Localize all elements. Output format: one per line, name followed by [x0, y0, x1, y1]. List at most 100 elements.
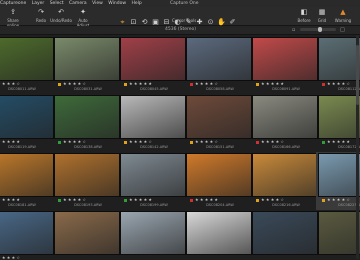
- rating-row[interactable]: ★ ★ ★ ★ ★: [124, 197, 184, 202]
- thumbnail-cell[interactable]: ★ ★ ★ ★ ★ DSC08045.ARW: [118, 36, 186, 94]
- color-tag-icon[interactable]: [124, 140, 127, 144]
- star-rating[interactable]: ★ ★ ★ ★ ☆: [63, 197, 86, 202]
- rating-row[interactable]: ★ ★ ★ ★ ☆: [58, 81, 118, 86]
- menu-item-help[interactable]: Help: [131, 1, 141, 6]
- thumbnail-cell[interactable]: ★ ★ ★ ★ ★DSC08181.ARW: [0, 152, 54, 210]
- zoom-out-icon[interactable]: ▫: [292, 27, 295, 33]
- thumbnail-image[interactable]: [54, 95, 120, 139]
- star-rating[interactable]: ★ ★ ★ ★ ☆: [195, 139, 218, 144]
- thumbnail-image[interactable]: [0, 37, 54, 81]
- thumbnail-image[interactable]: [318, 95, 360, 139]
- slider-handle[interactable]: [318, 27, 322, 32]
- thumbnail-cell[interactable]: ★ ★ ★ ★ ☆DSC08230.ARW: [0, 210, 54, 260]
- thumbnail-cell[interactable]: [184, 210, 252, 260]
- rating-row[interactable]: [58, 255, 118, 260]
- star-rating[interactable]: ★ ★ ★ ★ ★: [195, 197, 218, 202]
- scrollbar[interactable]: [356, 35, 359, 259]
- rating-row[interactable]: [124, 255, 184, 260]
- thumbnail-cell[interactable]: ★ ★ ★ ★ ☆DSC08112.ARW: [316, 36, 360, 94]
- thumbnail-cell[interactable]: ★ ★ ★ ★ ☆DSC08011.ARW: [0, 36, 54, 94]
- thumbnail-image[interactable]: [120, 211, 186, 255]
- star-rating[interactable]: ★ ★ ★ ★ ★: [0, 197, 20, 202]
- menu-item-window[interactable]: Window: [108, 1, 126, 6]
- grid-button[interactable]: ▦ Grid: [316, 8, 328, 23]
- color-tag-icon[interactable]: [256, 82, 259, 86]
- menu-item-captureone[interactable]: Captureone: [0, 1, 26, 6]
- rating-row[interactable]: ★ ★ ★ ★ ★: [256, 81, 316, 86]
- thumbnail-image[interactable]: [0, 95, 54, 139]
- color-tag-icon[interactable]: [322, 140, 325, 144]
- rating-row[interactable]: ★ ★ ★ ★ ☆: [190, 81, 250, 86]
- thumbnail-cell[interactable]: [52, 210, 120, 260]
- color-tag-icon[interactable]: [124, 82, 127, 86]
- thumbnail-image[interactable]: [318, 37, 360, 81]
- thumbnail-cell[interactable]: ★ ★ ★ ★ ★DSC08119.ARW: [0, 94, 54, 152]
- thumbnail-cell[interactable]: ★ ★ ★ ★ ★DSC08172.ARW: [316, 94, 360, 152]
- star-rating[interactable]: ★ ★ ★ ★ ☆: [327, 81, 350, 86]
- color-tag-icon[interactable]: [256, 198, 259, 202]
- thumbnail-cell[interactable]: [316, 210, 360, 260]
- star-rating[interactable]: ★ ★ ★ ★ ★: [327, 139, 350, 144]
- rating-row[interactable]: ★ ★ ★ ★ ☆: [58, 197, 118, 202]
- rating-row[interactable]: ★ ★ ★ ★ ☆: [58, 139, 118, 144]
- star-rating[interactable]: ★ ★ ★ ★ ☆: [0, 255, 20, 260]
- thumbnail-cell[interactable]: ★ ★ ★ ★ ☆ DSC08138.ARW: [52, 94, 120, 152]
- star-rating[interactable]: ★ ★ ★ ★ ☆: [129, 139, 152, 144]
- rating-row[interactable]: ★ ★ ★ ★ ★: [124, 81, 184, 86]
- thumbnail-image[interactable]: [252, 153, 318, 197]
- menu-item-select[interactable]: Select: [50, 1, 64, 6]
- rating-row[interactable]: ★ ★ ★ ★ ☆: [190, 139, 250, 144]
- star-rating[interactable]: ★ ★ ★ ★ ★: [261, 81, 284, 86]
- thumbnail-image[interactable]: [186, 153, 252, 197]
- thumbnail-cell[interactable]: ★ ★ ★ ★ ☆DSC08223.ARW: [316, 152, 360, 210]
- thumbnail-image[interactable]: [186, 211, 252, 255]
- undo-redo-button[interactable]: ↶ Undo/Redo: [50, 8, 72, 23]
- thumbnail-image[interactable]: [318, 153, 360, 197]
- thumbnail-cell[interactable]: ★ ★ ★ ★ ★ DSC08091.ARW: [250, 36, 318, 94]
- color-tag-icon[interactable]: [58, 140, 61, 144]
- color-tag-icon[interactable]: [124, 198, 127, 202]
- color-tag-icon[interactable]: [190, 82, 193, 86]
- thumbnail-image[interactable]: [120, 153, 186, 197]
- thumbnail-cell[interactable]: ★ ★ ★ ★ ☆ DSC08193.ARW: [52, 152, 120, 210]
- rating-row[interactable]: [190, 255, 250, 260]
- thumbnail-image[interactable]: [0, 211, 54, 255]
- share-online-button[interactable]: ⇪ Share online: [2, 8, 24, 28]
- rating-row[interactable]: ★ ★ ★ ★ ☆: [256, 139, 316, 144]
- rating-row[interactable]: ★ ★ ★ ★ ☆: [0, 81, 52, 86]
- menu-item-view[interactable]: View: [92, 1, 103, 6]
- color-tag-icon[interactable]: [256, 140, 259, 144]
- thumbnail-image[interactable]: [54, 211, 120, 255]
- thumbnail-cell[interactable]: ★ ★ ★ ★ ★ DSC08204.ARW: [184, 152, 252, 210]
- rating-row[interactable]: ★ ★ ★ ★ ☆: [256, 197, 316, 202]
- rating-row[interactable]: ★ ★ ★ ★ ★: [0, 197, 52, 202]
- thumbnail-image[interactable]: [318, 211, 360, 255]
- thumbnail-cell[interactable]: ★ ★ ★ ★ ☆ DSC08216.ARW: [250, 152, 318, 210]
- thumbnail-cell[interactable]: ★ ★ ★ ★ ★ DSC08199.ARW: [118, 152, 186, 210]
- thumbnail-image[interactable]: [54, 37, 120, 81]
- rating-row[interactable]: ★ ★ ★ ★ ★: [0, 139, 52, 144]
- color-tag-icon[interactable]: [322, 198, 325, 202]
- zoom-in-icon[interactable]: □: [340, 27, 345, 33]
- color-tag-icon[interactable]: [58, 198, 61, 202]
- thumbnail-cell[interactable]: ★ ★ ★ ★ ☆ DSC08142.ARW: [118, 94, 186, 152]
- rating-row[interactable]: [256, 255, 316, 260]
- rating-row[interactable]: ★ ★ ★ ★ ☆: [322, 197, 360, 202]
- menu-item-camera[interactable]: Camera: [69, 1, 87, 6]
- rating-row[interactable]: [322, 255, 360, 260]
- rating-row[interactable]: ★ ★ ★ ★ ☆: [322, 81, 360, 86]
- thumbnail-cell[interactable]: ★ ★ ★ ★ ☆ DSC08058.ARW: [184, 36, 252, 94]
- star-rating[interactable]: ★ ★ ★ ★ ☆: [327, 197, 350, 202]
- star-rating[interactable]: ★ ★ ★ ★ ☆: [195, 81, 218, 86]
- auto-adjust-button[interactable]: ✦ Auto Adjust: [72, 8, 94, 28]
- star-rating[interactable]: ★ ★ ★ ★ ★: [0, 139, 20, 144]
- thumbnail-cell[interactable]: [250, 210, 318, 260]
- thumbnail-image[interactable]: [252, 95, 318, 139]
- rating-row[interactable]: ★ ★ ★ ★ ☆: [0, 255, 52, 260]
- thumbnail-cell[interactable]: [118, 210, 186, 260]
- star-rating[interactable]: ★ ★ ★ ★ ★: [129, 197, 152, 202]
- thumbnail-cell[interactable]: ★ ★ ★ ★ ☆ DSC08031.ARW: [52, 36, 120, 94]
- color-tag-icon[interactable]: [190, 198, 193, 202]
- thumbnail-image[interactable]: [0, 153, 54, 197]
- star-rating[interactable]: ★ ★ ★ ★ ☆: [261, 197, 284, 202]
